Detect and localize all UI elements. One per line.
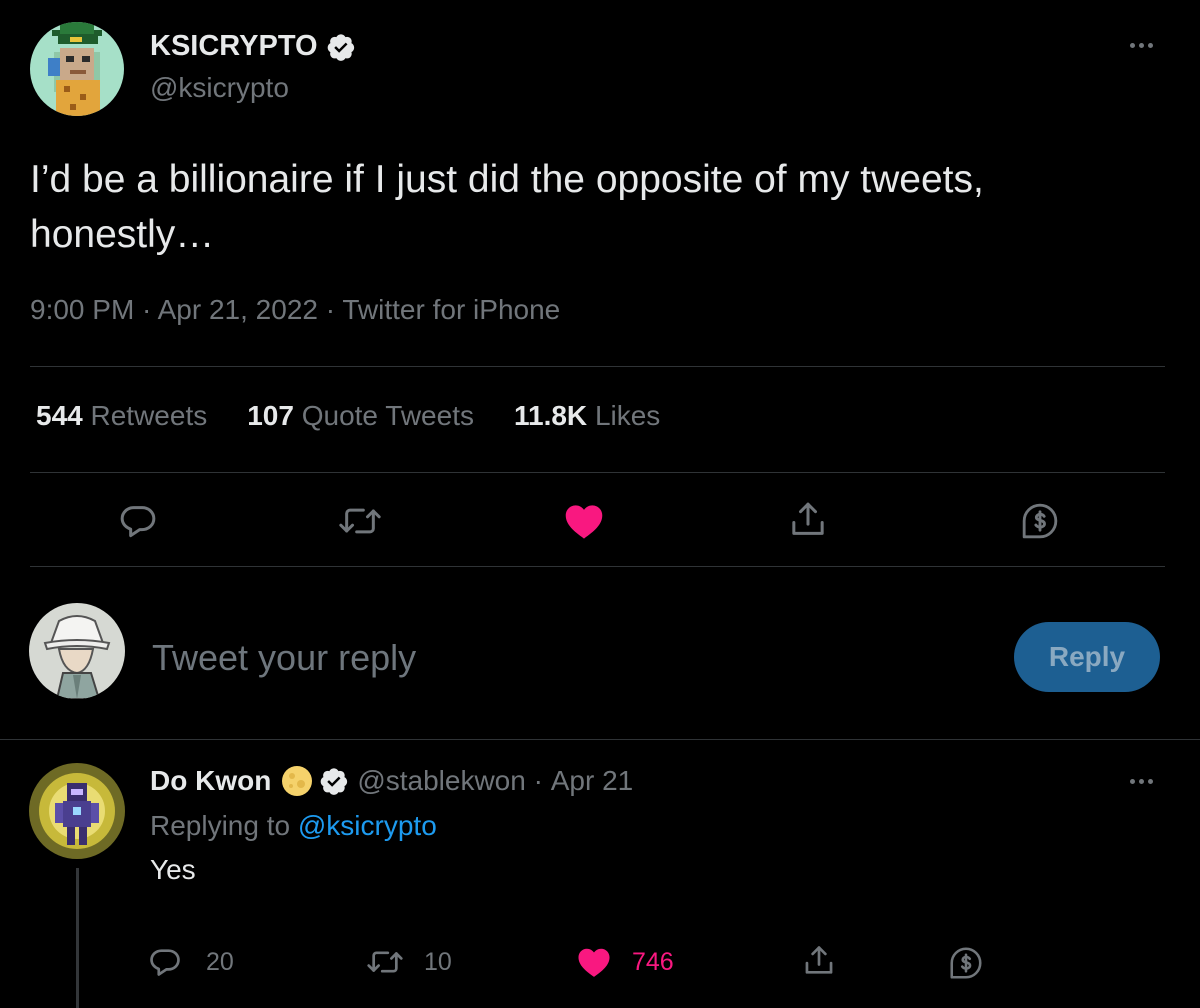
reply-reply-action[interactable]: 20	[148, 945, 234, 979]
retweet-count: 10	[424, 947, 452, 976]
meta-separator: ·	[525, 765, 551, 796]
divider	[30, 472, 1165, 473]
meta-separator: ·	[317, 294, 343, 325]
author-avatar[interactable]	[30, 22, 124, 116]
current-user-avatar[interactable]	[29, 603, 125, 699]
likes-count: 11.8K	[513, 400, 588, 431]
reply-share-action[interactable]	[802, 943, 836, 979]
reply-count: 20	[206, 947, 234, 976]
reply-text: Yes	[150, 854, 196, 885]
verified-badge-icon	[319, 766, 349, 796]
reply-date[interactable]: Apr 21	[551, 765, 634, 797]
retweets-count: 544	[36, 400, 83, 431]
meta-separator: ·	[134, 294, 158, 325]
reply-icon[interactable]	[118, 501, 158, 541]
retweet-icon[interactable]	[338, 501, 382, 541]
reply-input[interactable]	[152, 632, 972, 684]
tip-icon[interactable]	[1020, 501, 1060, 541]
reply-button[interactable]: Reply	[1014, 622, 1160, 692]
like-count: 746	[632, 947, 674, 976]
replying-to-line: Replying to @ksicrypto	[150, 810, 437, 842]
more-options-icon[interactable]	[1130, 43, 1153, 48]
reply-author-avatar[interactable]	[29, 763, 125, 859]
likes-label: Likes	[594, 400, 661, 431]
tweet-time[interactable]: 9:00 PM	[30, 294, 134, 325]
quotes-count: 107	[247, 400, 294, 431]
moon-icon	[281, 765, 313, 797]
author-handle[interactable]: @ksicrypto	[150, 72, 289, 104]
quote-tweets-stat[interactable]: 107 Quote Tweets	[247, 400, 474, 432]
verified-badge-icon	[326, 32, 356, 62]
quotes-label: Quote Tweets	[301, 400, 474, 431]
heart-icon[interactable]	[563, 501, 605, 541]
retweets-label: Retweets	[90, 400, 208, 431]
replying-prefix: Replying to	[150, 810, 291, 841]
tweet-text: I’d be a billionaire if I just did the o…	[30, 158, 984, 256]
reply-handle[interactable]: @stablekwon	[357, 765, 526, 797]
retweets-stat[interactable]: 544 Retweets	[36, 400, 207, 432]
reply-like-action[interactable]: 746	[576, 945, 674, 979]
tweet-date[interactable]: Apr 21, 2022	[158, 294, 318, 325]
reply-tip-action[interactable]	[948, 945, 984, 981]
tweet-source[interactable]: Twitter for iPhone	[342, 294, 560, 325]
reply-retweet-action[interactable]: 10	[366, 945, 452, 979]
author-name-text: KSICRYPTO	[150, 30, 318, 62]
likes-stat[interactable]: 11.8K Likes	[514, 400, 660, 432]
divider	[30, 366, 1165, 367]
author-display-name[interactable]: KSICRYPTO	[150, 30, 356, 63]
reply-display-name[interactable]: Do Kwon	[150, 765, 271, 797]
divider	[0, 739, 1200, 740]
replying-to-mention[interactable]: @ksicrypto	[298, 810, 437, 841]
divider	[30, 566, 1165, 567]
thread-connector	[76, 868, 79, 1008]
share-icon[interactable]	[788, 499, 828, 541]
reply-more-options-icon[interactable]	[1130, 779, 1153, 784]
reply-header: Do Kwon @stablekwon · Apr 21	[150, 765, 633, 797]
main-tweet: KSICRYPTO @ksicrypto I’d be a billionair…	[0, 0, 1200, 740]
tweet-metadata: 9:00 PM · Apr 21, 2022 · Twitter for iPh…	[30, 294, 560, 326]
tweet-stats: 544 Retweets 107 Quote Tweets 11.8K Like…	[36, 400, 660, 432]
